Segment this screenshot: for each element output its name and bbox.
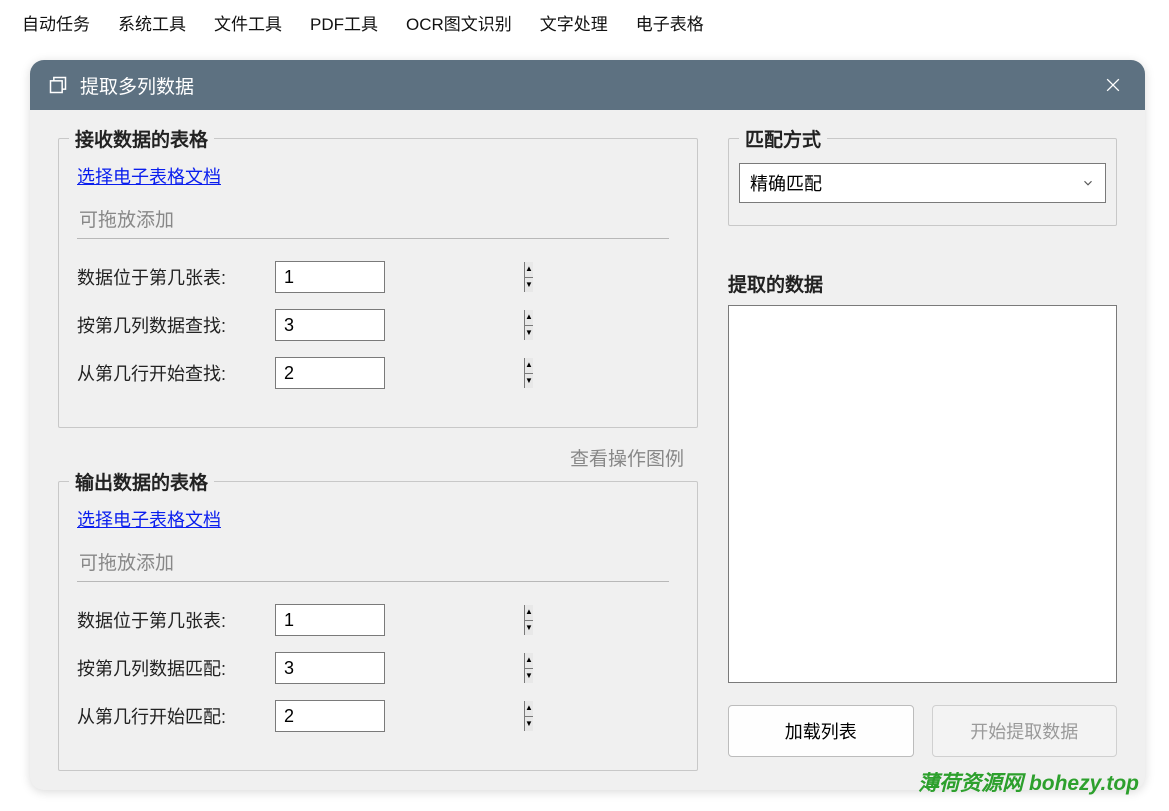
menu-item[interactable]: OCR图文识别 [406,10,512,35]
start-extract-button[interactable]: 开始提取数据 [932,705,1118,757]
dialog-window: 提取多列数据 接收数据的表格 选择电子表格文档 可拖放添加 数据位于第几张表: … [30,60,1145,790]
extracted-data-listbox[interactable] [728,305,1117,683]
form-row: 数据位于第几张表: ▲ ▼ [77,261,687,293]
spinbox-input[interactable] [276,701,524,731]
spinbox-buttons: ▲ ▼ [524,701,533,731]
spinbox-buttons: ▲ ▼ [524,605,533,635]
spin-down-icon[interactable]: ▼ [525,278,533,293]
match-startrow-spinbox[interactable]: ▲ ▼ [275,700,385,732]
form-row: 按第几列数据匹配: ▲ ▼ [77,652,687,684]
spin-up-icon[interactable]: ▲ [525,262,533,278]
combo-value: 精确匹配 [750,170,822,196]
search-startrow-spinbox[interactable]: ▲ ▼ [275,357,385,389]
extracted-data-legend: 提取的数据 [728,270,1117,297]
search-column-spinbox[interactable]: ▲ ▼ [275,309,385,341]
form-label: 按第几列数据匹配: [77,655,257,681]
form-label: 数据位于第几张表: [77,607,257,633]
spin-up-icon[interactable]: ▲ [525,701,533,717]
select-file-link[interactable]: 选择电子表格文档 [77,163,221,189]
form-label: 从第几行开始匹配: [77,703,257,729]
spin-down-icon[interactable]: ▼ [525,374,533,389]
close-icon[interactable] [1103,75,1123,95]
spin-up-icon[interactable]: ▲ [525,605,533,621]
receive-legend: 接收数据的表格 [69,125,214,152]
spin-down-icon[interactable]: ▼ [525,669,533,684]
output-legend: 输出数据的表格 [69,468,214,495]
spin-up-icon[interactable]: ▲ [525,653,533,669]
spin-down-icon[interactable]: ▼ [525,621,533,636]
spin-down-icon[interactable]: ▼ [525,717,533,732]
select-file-link[interactable]: 选择电子表格文档 [77,506,221,532]
spinbox-buttons: ▲ ▼ [524,358,533,388]
form-label: 从第几行开始查找: [77,360,257,386]
match-mode-select[interactable]: 精确匹配 [739,163,1106,203]
spin-up-icon[interactable]: ▲ [525,358,533,374]
form-label: 数据位于第几张表: [77,264,257,290]
form-row: 数据位于第几张表: ▲ ▼ [77,604,687,636]
output-groupbox: 输出数据的表格 选择电子表格文档 可拖放添加 数据位于第几张表: ▲ ▼ 按第几… [58,481,698,771]
watermark: 薄荷资源网 bohezy.top [918,767,1139,797]
menu-item[interactable]: 电子表格 [636,10,704,35]
spinbox-input[interactable] [276,605,524,635]
spinbox-buttons: ▲ ▼ [524,653,533,683]
drop-zone[interactable]: 可拖放添加 [77,542,669,582]
menu-item[interactable]: 自动任务 [22,10,90,35]
form-label: 按第几列数据查找: [77,312,257,338]
form-row: 从第几行开始匹配: ▲ ▼ [77,700,687,732]
spinbox-input[interactable] [276,653,524,683]
menu-item[interactable]: 文件工具 [214,10,282,35]
sheet-index-spinbox[interactable]: ▲ ▼ [275,604,385,636]
match-legend: 匹配方式 [739,125,827,152]
load-list-button[interactable]: 加载列表 [728,705,914,757]
window-icon [48,75,68,95]
form-row: 从第几行开始查找: ▲ ▼ [77,357,687,389]
form-row: 按第几列数据查找: ▲ ▼ [77,309,687,341]
titlebar: 提取多列数据 [30,60,1145,110]
spin-up-icon[interactable]: ▲ [525,310,533,326]
match-column-spinbox[interactable]: ▲ ▼ [275,652,385,684]
receive-groupbox: 接收数据的表格 选择电子表格文档 可拖放添加 数据位于第几张表: ▲ ▼ 按第几… [58,138,698,428]
dialog-title: 提取多列数据 [80,72,194,99]
menu-item[interactable]: PDF工具 [310,10,378,35]
menubar: 自动任务 系统工具 文件工具 PDF工具 OCR图文识别 文字处理 电子表格 [0,0,1169,47]
drop-zone[interactable]: 可拖放添加 [77,199,669,239]
sheet-index-spinbox[interactable]: ▲ ▼ [275,261,385,293]
chevron-down-icon [1081,176,1095,190]
spinbox-input[interactable] [276,262,524,292]
spinbox-input[interactable] [276,310,524,340]
spinbox-buttons: ▲ ▼ [524,262,533,292]
spinbox-buttons: ▲ ▼ [524,310,533,340]
match-mode-groupbox: 匹配方式 精确匹配 [728,138,1117,226]
view-diagram-link[interactable]: 查看操作图例 [58,444,684,471]
menu-item[interactable]: 文字处理 [540,10,608,35]
menu-item[interactable]: 系统工具 [118,10,186,35]
spinbox-input[interactable] [276,358,524,388]
spin-down-icon[interactable]: ▼ [525,326,533,341]
